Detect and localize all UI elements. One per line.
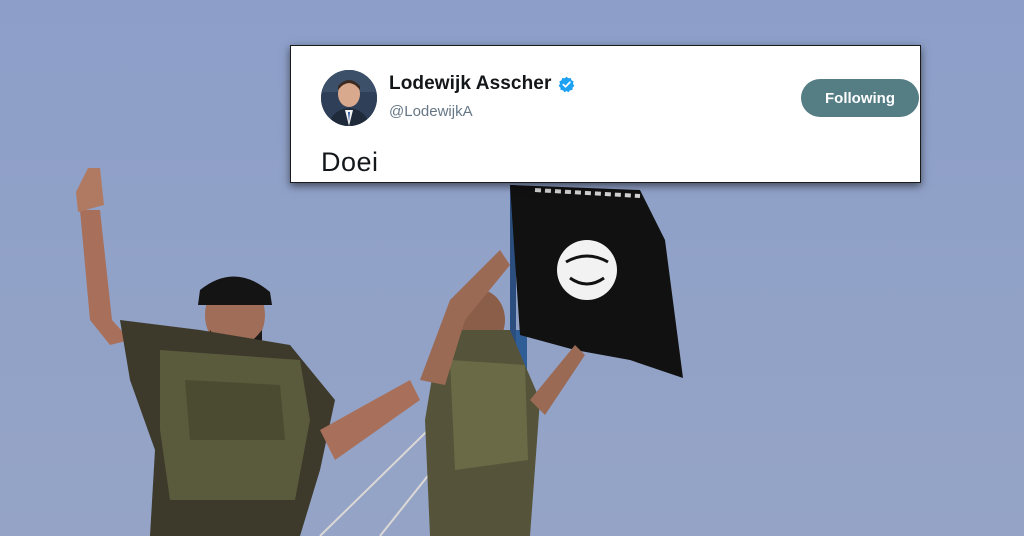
tweet-card: Lodewijk Asscher @LodewijkA Following Do… xyxy=(290,45,921,183)
tweet-text: Doei xyxy=(321,147,379,177)
name-row: Lodewijk Asscher xyxy=(389,73,575,95)
following-button[interactable]: Following xyxy=(801,79,919,117)
user-handle[interactable]: @LodewijkA xyxy=(389,103,473,120)
display-name[interactable]: Lodewijk Asscher xyxy=(389,73,551,95)
verified-badge-icon xyxy=(558,76,575,93)
avatar[interactable] xyxy=(321,70,377,126)
